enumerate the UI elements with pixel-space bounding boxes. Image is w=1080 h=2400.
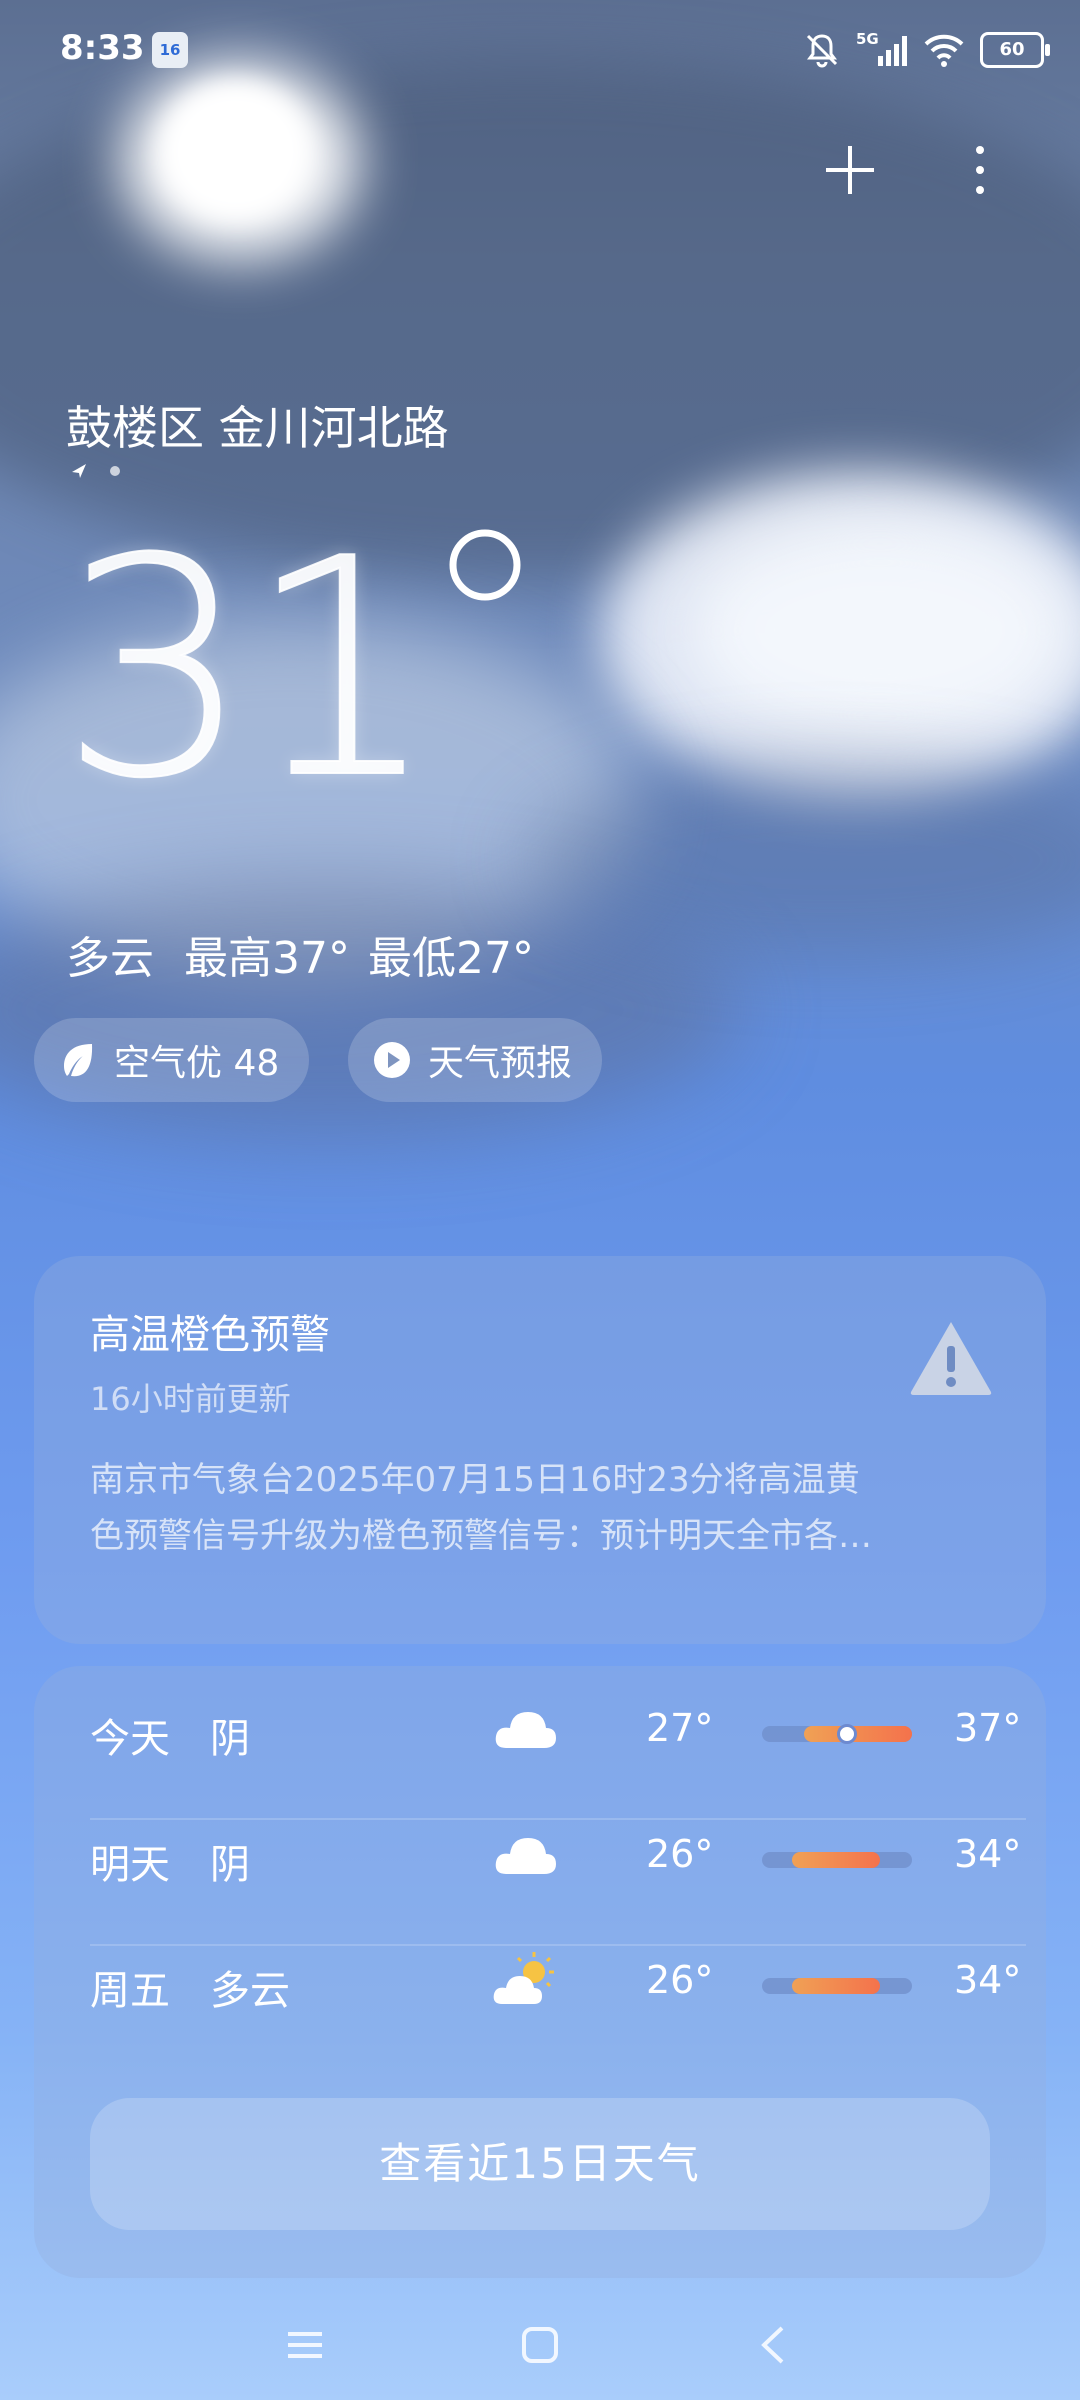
forecast-row[interactable]: 周五 多云 26° 34°	[90, 1918, 1021, 2044]
forecast-row[interactable]: 明天 阴 26° 34°	[90, 1792, 1021, 1918]
warning-icon	[910, 1322, 992, 1395]
battery-indicator: 60	[980, 32, 1050, 68]
high-temp: 最高37°	[184, 933, 350, 984]
forecast-card: 今天 阴 27° 37° 明天 阴 26° 34° 周五 多云 26° 34° …	[34, 1666, 1046, 2278]
forecast-condition: 多云	[210, 1968, 290, 2014]
status-bar: 8:33 16 5G 60	[0, 0, 1080, 100]
home-icon[interactable]	[515, 2320, 565, 2370]
forecast-day: 今天	[90, 1716, 170, 1762]
status-icons: 5G 60	[802, 28, 1050, 72]
low-temp: 最低27°	[368, 933, 534, 984]
back-icon[interactable]	[750, 2320, 800, 2370]
alert-body-line2: 色预警信号升级为橙色预警信号：预计明天全市各…	[90, 1516, 872, 1556]
forecast-day: 周五	[90, 1968, 170, 2014]
forecast-video-label: 天气预报	[428, 1043, 573, 1084]
leaf-icon	[64, 1044, 93, 1077]
alert-title: 高温橙色预警	[90, 1312, 330, 1358]
plus-icon[interactable]	[820, 140, 880, 200]
forecast-high: 34°	[954, 1958, 1022, 2002]
forecast-condition: 阴	[210, 1842, 250, 1888]
alert-body: 南京市气象台2025年07月15日16时23分将高温黄 色预警信号升级为橙色预警…	[90, 1452, 1020, 1564]
forecast-day: 明天	[90, 1842, 170, 1888]
location-title[interactable]: 鼓楼区 金川河北路	[66, 392, 449, 458]
alert-updated: 16小时前更新	[90, 1380, 291, 1418]
current-condition: 多云	[66, 933, 154, 984]
temp-range-bar	[762, 1852, 912, 1868]
wifi-icon	[924, 34, 964, 67]
cloud-icon	[495, 1838, 556, 1874]
current-temp-marker	[837, 1724, 857, 1744]
forecast-low: 26°	[646, 1832, 714, 1876]
alert-body-line1: 南京市气象台2025年07月15日16时23分将高温黄	[90, 1460, 860, 1500]
cloud-icon	[495, 1712, 556, 1748]
forecast-high: 37°	[954, 1706, 1022, 1750]
forecast-low: 27°	[646, 1706, 714, 1750]
partly-cloudy-icon	[493, 1952, 554, 2004]
air-quality-label: 空气优 48	[114, 1043, 280, 1084]
forecast-row[interactable]: 今天 阴 27° 37°	[90, 1666, 1021, 1792]
degree-symbol	[449, 529, 521, 601]
status-time: 8:33	[60, 28, 145, 68]
location-page-indicator	[72, 464, 120, 478]
notification-badge: 16	[152, 32, 188, 68]
forecast-low: 26°	[646, 1958, 714, 2002]
bell-off-icon	[806, 34, 838, 68]
alert-card[interactable]: 高温橙色预警 16小时前更新 南京市气象台2025年07月15日16时23分将高…	[34, 1256, 1046, 1644]
menu-icon[interactable]	[280, 2320, 330, 2370]
current-temperature: 31	[59, 494, 439, 845]
air-quality-chip[interactable]: 空气优 48	[34, 1018, 310, 1102]
signal-icon: 5G	[856, 30, 908, 70]
weather-summary: 多云 最高37° 最低27°	[66, 922, 534, 986]
temp-range-bar	[762, 1724, 912, 1744]
play-icon	[374, 1042, 410, 1078]
location-arrow-icon	[72, 464, 86, 478]
more-vertical-icon[interactable]	[950, 140, 1010, 200]
forecast-condition: 阴	[210, 1716, 250, 1762]
forecast-high: 34°	[954, 1832, 1022, 1876]
temp-range-bar	[762, 1978, 912, 1994]
navigation-bar	[0, 2290, 1080, 2400]
view-15-day-button[interactable]: 查看近15日天气	[90, 2098, 990, 2230]
forecast-video-chip[interactable]: 天气预报	[348, 1018, 603, 1102]
